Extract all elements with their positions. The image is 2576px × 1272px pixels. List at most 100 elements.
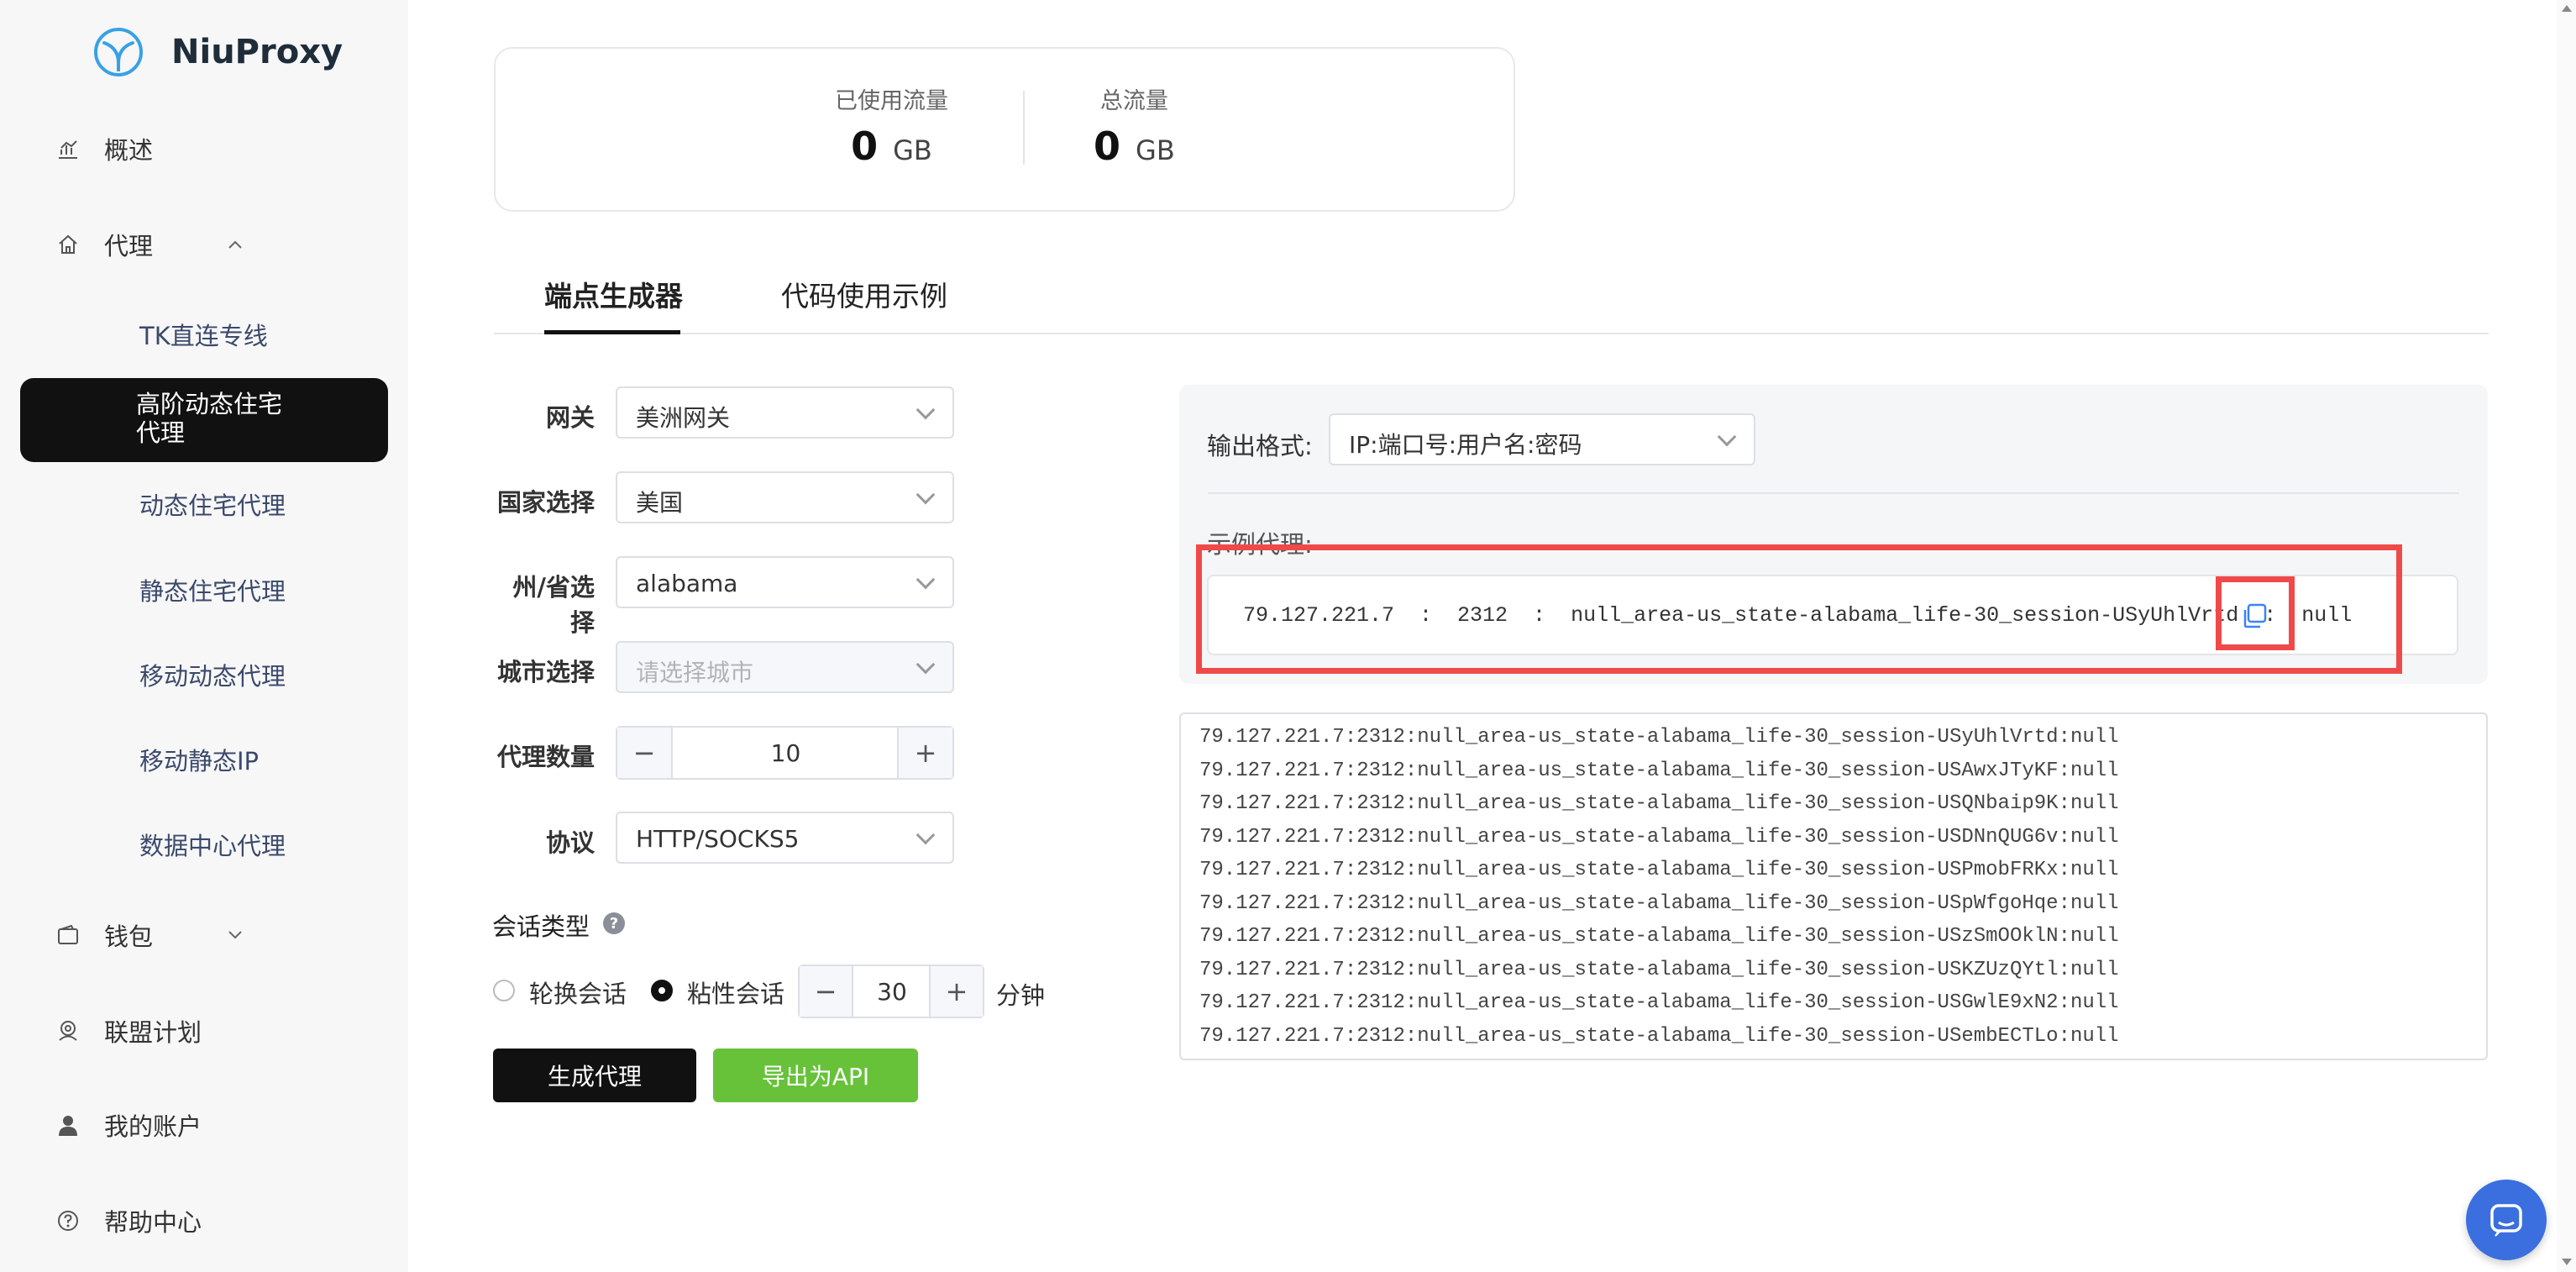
total-traffic-number: 0 <box>1094 124 1121 169</box>
proxy-list-line: 79.127.221.7:2312:null_area-us_state-ala… <box>1199 726 2119 749</box>
total-traffic-unit: GB <box>1136 134 1175 166</box>
chevron-down-icon <box>1717 427 1737 447</box>
proxy-list-line: 79.127.221.7:2312:null_area-us_state-ala… <box>1199 925 2119 948</box>
active-label-line2: 代理 <box>136 418 186 447</box>
session-minutes-stepper: − 30 + <box>798 965 984 1018</box>
traffic-stats-card: 已使用流量 0 GB 总流量 0 GB <box>494 47 1515 212</box>
sidebar-item-label: 代理 <box>104 232 154 260</box>
used-traffic-label: 已使用流量 <box>835 88 948 114</box>
sidebar-item-account[interactable]: 我的账户 <box>0 1096 408 1154</box>
scroll-up-icon[interactable] <box>2562 5 2572 12</box>
stats-divider <box>1023 91 1025 165</box>
sticky-session-label[interactable]: 粘性会话 <box>687 975 784 1010</box>
chevron-down-icon <box>916 570 936 590</box>
logo-icon <box>94 28 143 76</box>
city-select[interactable]: 请选择城市 <box>616 641 954 693</box>
sidebar-subitem-active-label: 高阶动态住宅 代理 <box>136 390 321 447</box>
proxy-list-line: 79.127.221.7:2312:null_area-us_state-ala… <box>1199 759 2119 782</box>
chat-support-button[interactable] <box>2466 1180 2547 1260</box>
scroll-down-icon[interactable] <box>2562 1259 2572 1265</box>
affiliate-icon <box>55 1018 81 1043</box>
increment-button[interactable]: + <box>897 728 952 778</box>
sidebar-subitem-datacenter[interactable]: 数据中心代理 <box>139 819 286 870</box>
chevron-down-icon <box>916 400 936 420</box>
proxy-list-line: 79.127.221.7:2312:null_area-us_state-ala… <box>1199 825 2119 849</box>
active-label-line1: 高阶动态住宅 <box>136 390 283 418</box>
home-icon <box>55 232 81 257</box>
gateway-select[interactable]: 美洲网关 <box>616 386 954 439</box>
proxy-count-stepper: − 10 + <box>616 726 954 780</box>
sidebar-subitem-dynamic-residential[interactable]: 动态住宅代理 <box>139 479 286 529</box>
wallet-icon <box>55 922 81 948</box>
sidebar-item-label: 钱包 <box>104 922 154 951</box>
proxy-count-input[interactable]: 10 <box>673 728 899 778</box>
used-traffic-number: 0 <box>851 124 879 169</box>
sidebar-item-proxy[interactable]: 代理 <box>0 215 408 274</box>
gateway-select-value: 美洲网关 <box>636 404 731 432</box>
city-select-placeholder: 请选择城市 <box>636 659 754 686</box>
tab-code-examples[interactable]: 代码使用示例 <box>781 274 947 314</box>
chevron-down-icon <box>916 485 936 505</box>
tabs-divider <box>494 333 2489 334</box>
user-icon <box>55 1112 81 1138</box>
proxy-list-line: 79.127.221.7:2312:null_area-us_state-ala… <box>1199 1024 2119 1048</box>
sidebar-item-affiliate[interactable]: 联盟计划 <box>0 1001 408 1060</box>
help-icon[interactable]: ? <box>603 912 625 934</box>
total-traffic-value: 0 GB <box>1094 124 1175 169</box>
chevron-up-icon <box>227 234 244 255</box>
proxy-list-line: 79.127.221.7:2312:null_area-us_state-ala… <box>1199 891 2119 915</box>
proxy-list-line: 79.127.221.7:2312:null_area-us_state-ala… <box>1199 958 2119 981</box>
sidebar-subitem-mobile-static[interactable]: 移动静态IP <box>139 734 259 785</box>
increment-button[interactable]: + <box>929 966 983 1017</box>
sidebar-item-overview[interactable]: 概述 <box>0 119 408 178</box>
decrement-button[interactable]: − <box>800 966 853 1017</box>
sticky-session-radio[interactable] <box>651 980 673 1001</box>
state-label: 州/省选择 <box>512 573 595 637</box>
chart-icon <box>55 136 81 161</box>
country-select-value: 美国 <box>636 489 684 517</box>
sidebar-subitem-mobile-dynamic[interactable]: 移动动态代理 <box>139 649 286 700</box>
used-traffic-value: 0 GB <box>835 124 948 169</box>
sidebar-subitem-static-residential[interactable]: 静态住宅代理 <box>139 565 286 615</box>
panel-divider <box>1208 492 2459 494</box>
proxy-list-line: 79.127.221.7:2312:null_area-us_state-ala… <box>1199 859 2119 881</box>
sidebar: NiuProxy 概述 代理 TK直连专线 高阶动态住宅 代理 动态住宅代理 静… <box>0 0 408 1272</box>
sidebar-item-label: 概述 <box>104 136 154 165</box>
brand-name: NiuProxy <box>171 33 344 71</box>
rotate-session-radio[interactable] <box>493 980 515 1001</box>
proxy-list-line: 79.127.221.7:2312:null_area-us_state-ala… <box>1199 792 2119 815</box>
minutes-unit: 分钟 <box>996 981 1046 1010</box>
sidebar-item-help[interactable]: 帮助中心 <box>0 1191 408 1250</box>
decrement-button[interactable]: − <box>617 728 673 778</box>
rotate-session-label[interactable]: 轮换会话 <box>529 975 627 1010</box>
output-format-label: 输出格式: <box>1207 432 1313 460</box>
proxy-count-label: 代理数量 <box>496 743 595 771</box>
tab-endpoint-generator[interactable]: 端点生成器 <box>544 274 683 314</box>
chevron-down-icon <box>916 825 936 845</box>
sidebar-item-label: 帮助中心 <box>104 1208 202 1237</box>
gateway-label: 网关 <box>545 403 595 432</box>
used-traffic-unit: GB <box>893 134 932 166</box>
country-select[interactable]: 美国 <box>616 471 954 523</box>
country-label: 国家选择 <box>496 488 595 517</box>
export-api-button[interactable]: 导出为API <box>713 1049 918 1102</box>
sidebar-item-wallet[interactable]: 钱包 <box>0 906 408 965</box>
copy-highlight-box <box>2216 576 2295 650</box>
city-label: 城市选择 <box>496 658 595 686</box>
help-circle-icon <box>55 1208 81 1233</box>
protocol-select[interactable]: HTTP/SOCKS5 <box>616 812 954 864</box>
active-tab-indicator <box>544 330 680 334</box>
sidebar-item-label: 联盟计划 <box>104 1018 202 1047</box>
total-traffic-label: 总流量 <box>1099 88 1168 114</box>
session-minutes-input[interactable]: 30 <box>853 966 931 1017</box>
state-select[interactable]: alabama <box>616 556 954 608</box>
sidebar-subitem-tk[interactable]: TK直连专线 <box>139 309 268 360</box>
chat-icon <box>2490 1204 2522 1237</box>
session-type-label: 会话类型 <box>492 912 590 941</box>
chevron-down-icon <box>916 654 936 675</box>
generate-proxy-button[interactable]: 生成代理 <box>493 1049 696 1102</box>
brand[interactable]: NiuProxy <box>92 25 343 79</box>
page-scrollbar[interactable] <box>2557 0 2576 1272</box>
state-select-value: alabama <box>636 570 738 597</box>
output-format-select[interactable]: IP:端口号:用户名:密码 <box>1329 413 1755 465</box>
